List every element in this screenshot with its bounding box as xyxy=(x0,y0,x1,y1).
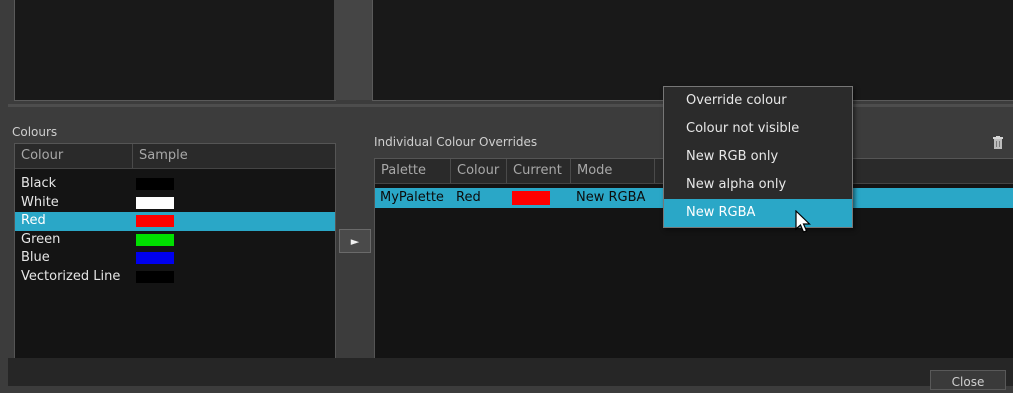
preview-left-pane xyxy=(14,0,336,101)
apply-override-button[interactable]: ► xyxy=(339,229,371,253)
colour-name: Blue xyxy=(21,250,50,265)
mode-menu-item[interactable]: New RGB only xyxy=(664,143,852,171)
mouse-cursor-icon xyxy=(795,210,811,233)
close-button[interactable]: Close xyxy=(930,370,1006,390)
colours-list[interactable]: Colour Sample Black White Red Green Blue Vect… xyxy=(14,143,336,359)
colour-row[interactable]: Black xyxy=(15,175,335,194)
preview-splitter[interactable] xyxy=(334,0,372,100)
trash-icon[interactable] xyxy=(993,136,1003,150)
colours-list-body: Black White Red Green Blue Vectorized Line xyxy=(15,169,335,286)
colour-column-header[interactable]: Colour xyxy=(451,159,507,183)
sample-cell xyxy=(133,212,174,231)
colour-swatch xyxy=(136,215,174,228)
mode-menu-item[interactable]: New alpha only xyxy=(664,171,852,199)
colour-row[interactable]: Green xyxy=(15,231,335,250)
colour-row[interactable]: Blue xyxy=(15,249,335,268)
mode-column-header[interactable]: Mode xyxy=(571,159,655,183)
colour-swatch xyxy=(136,252,174,265)
colour-name: White xyxy=(21,194,59,210)
sample-cell xyxy=(133,231,174,250)
current-cell xyxy=(507,188,571,208)
right-arrow-icon: ► xyxy=(350,234,360,248)
current-colour-swatch xyxy=(512,190,550,205)
mode-menu-item[interactable]: New RGBA xyxy=(664,199,852,227)
colour-column-header[interactable]: Colour xyxy=(15,144,133,168)
mode-menu-item[interactable]: Colour not visible xyxy=(664,115,852,143)
colour-swatch xyxy=(136,270,174,283)
horizontal-splitter[interactable] xyxy=(8,104,1013,107)
colours-list-header: Colour Sample xyxy=(15,144,335,169)
sample-cell xyxy=(133,175,174,194)
palette-column-header[interactable]: Palette xyxy=(375,159,451,183)
overrides-section-label: Individual Colour Overrides xyxy=(374,135,538,149)
colour-name: Vectorized Line xyxy=(21,268,121,284)
colour-swatch xyxy=(136,196,174,209)
sample-cell xyxy=(133,194,174,213)
colour-row[interactable]: White xyxy=(15,194,335,213)
colour-cell: Red xyxy=(456,190,481,205)
colour-name: Red xyxy=(21,213,46,228)
mode-dropdown-menu: Override colour Colour not visible New RGB… xyxy=(663,86,853,228)
colour-row[interactable]: Red xyxy=(15,212,335,231)
palette-cell: MyPalette xyxy=(380,190,444,205)
mode-dropdown[interactable]: New RGBA xyxy=(571,188,655,208)
colour-swatch xyxy=(136,233,174,246)
sample-cell xyxy=(133,268,174,287)
dialog-footer xyxy=(8,358,1013,386)
colour-swatch xyxy=(136,178,174,191)
sample-cell xyxy=(133,249,174,268)
colour-row[interactable]: Vectorized Line xyxy=(15,268,335,287)
mode-menu-item[interactable]: Override colour xyxy=(664,87,852,115)
current-column-header[interactable]: Current xyxy=(507,159,571,183)
sample-column-header[interactable]: Sample xyxy=(133,144,335,168)
colour-name: Black xyxy=(21,176,57,191)
colours-section-label: Colours xyxy=(12,125,58,139)
colour-name: Green xyxy=(21,231,61,247)
